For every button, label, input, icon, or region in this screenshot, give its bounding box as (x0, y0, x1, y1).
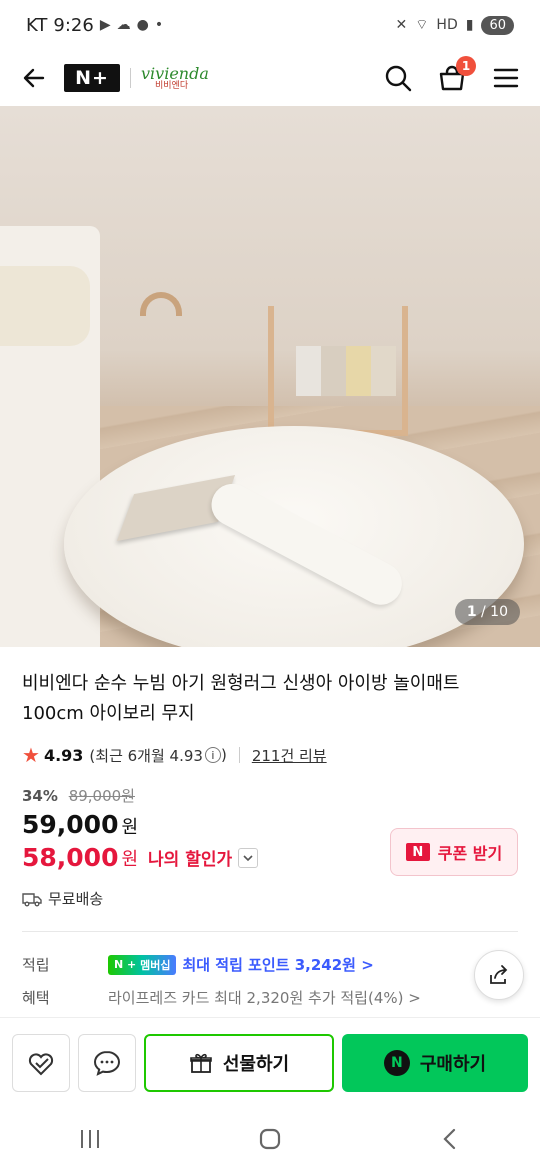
image-rainbow-decor (140, 292, 182, 316)
product-info: 비비엔다 순수 누빔 아기 원형러그 신생아 아이방 놀이매트 100cm 아이… (0, 647, 540, 1005)
points-row[interactable]: 적립 N + 멤버십 최대 적립 포인트 3,242원 > (22, 954, 518, 975)
share-button[interactable] (474, 950, 524, 1000)
truck-icon (22, 892, 42, 906)
talk-button[interactable] (78, 1033, 136, 1092)
shipping-row: 무료배송 (22, 888, 518, 909)
buy-button[interactable]: N 구매하기 (342, 1033, 528, 1092)
buy-label: 구매하기 (419, 1053, 487, 1075)
original-price: 89,000원 (68, 787, 135, 805)
mute-icon: ✕ (395, 17, 408, 33)
brand-name: vivienda (141, 63, 209, 83)
wifi-icon: ⌔ (415, 17, 429, 33)
image-pillow (0, 266, 90, 346)
hamburger-menu-icon (493, 68, 519, 88)
star-icon: ★ (22, 743, 40, 767)
cart-count-badge: 1 (456, 56, 476, 76)
shipping-text: 무료배송 (48, 890, 104, 908)
gift-icon (190, 1053, 212, 1073)
gift-label: 선물하기 (222, 1053, 290, 1075)
benefit-row[interactable]: 혜택 라이프레즈 카드 최대 2,320원 추가 적립(4%) > (22, 989, 518, 1005)
carrier-label: KT (26, 14, 48, 36)
info-icon[interactable]: i (204, 747, 221, 763)
rating-recent: (최근 6개월 4.93 (89, 746, 203, 765)
naver-plus-logo[interactable]: N+ (64, 64, 120, 92)
rating-separator (238, 747, 240, 763)
image-counter: 1 / 10 (454, 599, 520, 625)
hd-icon: HD (436, 17, 458, 33)
bottom-action-bar: 선물하기 N 구매하기 (0, 1017, 540, 1107)
my-price-label: 나의 할인가 (148, 850, 233, 870)
image-counter-current: 1 (466, 604, 477, 620)
recent-apps-button[interactable] (60, 1119, 120, 1159)
product-image-gallery[interactable]: 1 / 10 (0, 106, 540, 647)
cloud-icon: ☁ (116, 17, 131, 33)
price-value: 59,000 (22, 810, 119, 839)
chat-bubble-icon (93, 1050, 121, 1076)
rating-score: 4.93 (43, 745, 84, 765)
menu-button[interactable] (490, 62, 522, 94)
brand-sub: 비비엔다 (155, 80, 189, 91)
system-back-button[interactable] (420, 1119, 480, 1159)
my-price-value: 58,000 (22, 843, 119, 872)
rating-close-paren: ) (220, 746, 227, 764)
price-unit: 원 (121, 817, 139, 838)
share-icon (490, 965, 508, 984)
heart-check-icon (28, 1052, 54, 1075)
review-count-link[interactable]: 211건 리뷰 (252, 745, 327, 766)
my-price-expand-button[interactable] (238, 847, 259, 868)
image-books (296, 346, 396, 396)
wishlist-button[interactable] (12, 1033, 70, 1092)
time-label: 9:26 (53, 14, 94, 36)
benefit-text: 라이프레즈 카드 최대 2,320원 추가 적립(4%) > (108, 989, 421, 1005)
coupon-button[interactable]: N 쿠폰 받기 (390, 828, 518, 876)
section-divider (22, 931, 518, 932)
points-text: 최대 적립 포인트 3,242원 > (182, 956, 374, 974)
benefit-label: 혜택 (22, 989, 50, 1005)
rating-row: ★ 4.93 (최근 6개월 4.93 i ) 211건 리뷰 (22, 743, 518, 767)
logo-divider (130, 68, 131, 88)
status-bar: KT 9:26 ▶ ☁ ● • ✕ ⌔ HD ▮ 60 (0, 0, 540, 50)
membership-badge-text: 멤버십 (140, 958, 171, 972)
product-title: 비비엔다 순수 누빔 아기 원형러그 신생아 아이방 놀이매트 100cm 아이… (22, 673, 460, 724)
naver-pay-icon: N (383, 1049, 410, 1076)
arrow-left-icon (23, 68, 45, 88)
system-nav-bar (0, 1107, 540, 1170)
discount-percent: 34% (22, 787, 58, 805)
discount-row: 34% 89,000원 (22, 785, 518, 806)
app-bar: N+ vivienda 비비엔다 1 (0, 50, 540, 106)
cart-button[interactable]: 1 (436, 56, 476, 94)
image-counter-total: / 10 (481, 604, 508, 620)
gift-button[interactable]: 선물하기 (144, 1033, 334, 1092)
coupon-label: 쿠폰 받기 (437, 844, 503, 863)
signal-icon: ▮ (465, 17, 474, 33)
points-label: 적립 (22, 956, 50, 974)
my-price-unit: 원 (121, 848, 139, 870)
talk-icon: ● (136, 17, 149, 33)
back-button[interactable] (18, 62, 50, 94)
chevron-down-icon (243, 854, 253, 861)
home-button[interactable] (240, 1119, 300, 1159)
search-icon (385, 65, 412, 92)
recent-apps-icon (81, 1129, 99, 1148)
naver-n-badge-icon: N (405, 843, 430, 861)
membership-badge: N + 멤버십 (108, 954, 177, 975)
home-icon (259, 1128, 281, 1149)
youtube-icon: ▶ (99, 17, 111, 33)
battery-indicator: 60 (481, 15, 514, 35)
brand-logo[interactable]: vivienda 비비엔다 (141, 63, 209, 91)
search-button[interactable] (382, 62, 414, 94)
chevron-left-icon (443, 1128, 456, 1149)
dot-icon: • (154, 17, 164, 33)
